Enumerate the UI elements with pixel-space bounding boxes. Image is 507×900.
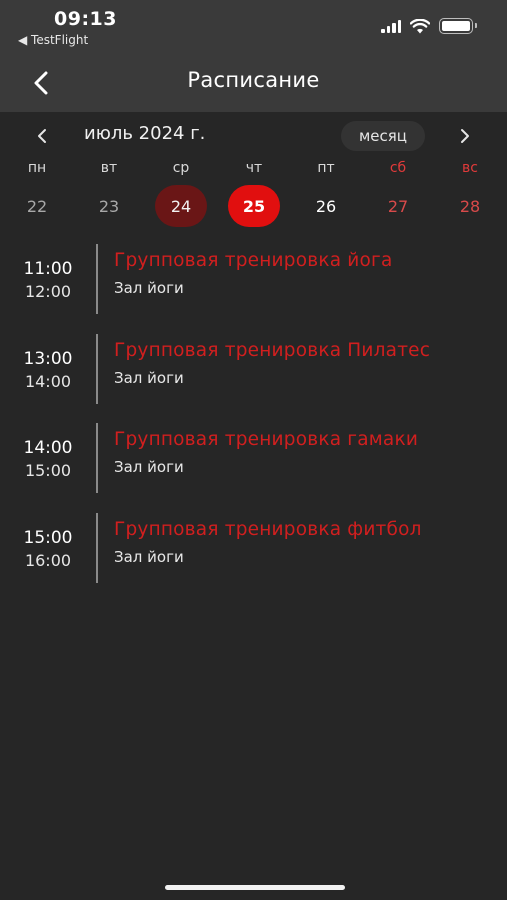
event-time-range: 13:00 14:00	[0, 348, 96, 394]
view-mode-toggle[interactable]: месяц	[341, 121, 425, 151]
event-title: Групповая тренировка йога	[114, 250, 393, 271]
event-start-time: 14:00	[23, 438, 73, 458]
date-cell[interactable]: 23	[83, 185, 135, 227]
event-title: Групповая тренировка фитбол	[114, 518, 422, 540]
back-to-app-link[interactable]: ◀ TestFlight	[18, 33, 88, 47]
date-cell[interactable]: 22	[11, 185, 63, 227]
wifi-icon	[410, 18, 430, 33]
status-icons	[381, 18, 477, 34]
event-room: Зал йоги	[114, 279, 184, 297]
event-end-time: 15:00	[24, 461, 72, 480]
weekday-label: вт	[100, 160, 118, 176]
cellular-signal-icon	[381, 19, 401, 33]
weekday-header: пн вт ср чт пт сб вс	[0, 160, 507, 182]
event-start-time: 15:00	[23, 527, 73, 548]
event-time-range: 14:00 15:00	[0, 437, 96, 483]
event-start-time: 11:00	[23, 259, 73, 279]
event-divider	[96, 512, 98, 583]
event-room: Зал йоги	[114, 368, 184, 387]
event-end-time: 14:00	[24, 371, 72, 391]
date-cell-today[interactable]: 24	[155, 185, 207, 227]
event-end-time: 16:00	[24, 550, 72, 570]
weekday-label: ср	[172, 160, 190, 176]
event-room: Зал йоги	[114, 458, 184, 476]
date-cell[interactable]: 27	[372, 185, 424, 227]
previous-week-button[interactable]	[30, 124, 54, 148]
event-divider	[96, 423, 98, 493]
schedule-list: 11:00 12:00 Групповая тренировка йога За…	[0, 244, 507, 602]
date-cell[interactable]: 26	[300, 185, 352, 227]
home-indicator[interactable]	[165, 885, 345, 890]
week-dates: 22 23 24 25 26 27 28	[0, 185, 507, 229]
event-title: Групповая тренировка Пилатес	[114, 339, 431, 361]
chevron-left-icon	[38, 129, 46, 143]
schedule-event[interactable]: 14:00 15:00 Групповая тренировка гамаки …	[0, 423, 507, 513]
weekday-label: пт	[317, 160, 335, 176]
schedule-event[interactable]: 11:00 12:00 Групповая тренировка йога За…	[0, 244, 507, 334]
event-start-time: 13:00	[23, 348, 73, 369]
status-bar: 09:13 ◀ TestFlight	[0, 0, 507, 56]
status-time: 09:13	[54, 8, 117, 30]
event-time-range: 11:00 12:00	[0, 258, 96, 304]
event-room: Зал йоги	[114, 547, 184, 566]
date-cell-selected[interactable]: 25	[228, 185, 280, 227]
event-time-range: 15:00 16:00	[0, 527, 96, 573]
page-title: Расписание	[187, 68, 320, 92]
event-divider	[96, 333, 98, 404]
event-divider	[96, 244, 98, 314]
next-week-button[interactable]	[453, 124, 477, 148]
date-cell[interactable]: 28	[444, 185, 496, 227]
chevron-right-icon	[461, 129, 469, 143]
nav-bar: Расписание	[0, 56, 507, 112]
weekday-label: пн	[27, 160, 47, 176]
weekday-label: сб	[389, 160, 407, 176]
weekday-label: чт	[245, 160, 263, 176]
battery-fill	[442, 21, 470, 31]
battery-icon	[439, 18, 477, 34]
schedule-event[interactable]: 15:00 16:00 Групповая тренировка фитбол …	[0, 512, 507, 603]
schedule-event[interactable]: 13:00 14:00 Групповая тренировка Пилатес…	[0, 333, 507, 424]
month-selector: июль 2024 г. месяц	[0, 118, 507, 154]
weekday-label: вс	[462, 160, 478, 176]
event-title: Групповая тренировка гамаки	[114, 429, 419, 450]
month-label: июль 2024 г.	[84, 123, 206, 144]
event-end-time: 12:00	[24, 282, 72, 301]
